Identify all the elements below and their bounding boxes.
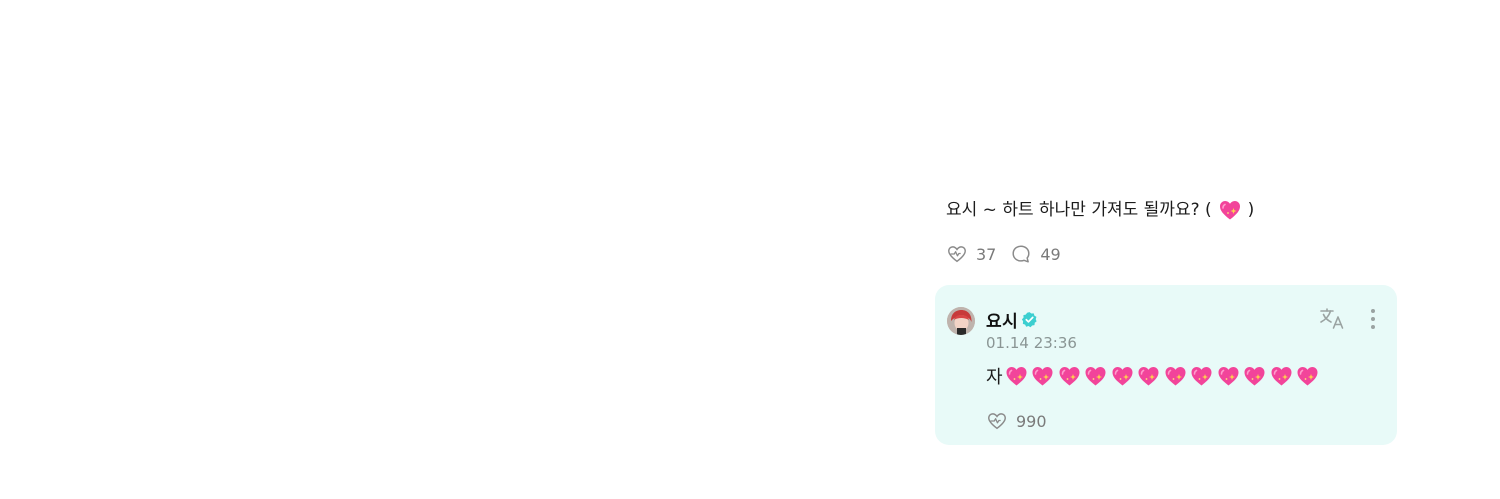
more-vertical-icon-dot <box>1371 309 1375 313</box>
author-row: 요시 <box>986 307 1038 332</box>
sparkling-heart-icon <box>1244 367 1265 386</box>
heart-like-icon <box>948 246 966 263</box>
post-comment-count: 49 <box>1040 244 1061 264</box>
post-like-button[interactable]: 37 <box>946 243 996 265</box>
sparkling-heart-icon <box>1085 367 1106 386</box>
sparkling-heart-icon <box>1271 367 1292 386</box>
sparkling-heart-icon <box>1112 367 1133 386</box>
heart-like-icon <box>988 413 1006 430</box>
more-vertical-icon-dot <box>1371 317 1375 321</box>
post: 요시 ~ 하트 하나만 가져도 될까요? ( ) <box>946 195 1466 225</box>
comment-like-button[interactable]: 990 <box>986 410 1047 432</box>
sparkling-heart-icon <box>1191 367 1212 386</box>
heart-emoji-row <box>1004 364 1322 388</box>
sparkling-heart-icon <box>1032 367 1053 386</box>
comment-timestamp: 01.14 23:36 <box>986 334 1077 352</box>
sparkling-heart-icon <box>1297 367 1318 386</box>
sparkling-heart-icon <box>1165 367 1186 386</box>
comment-body: 자 <box>986 363 1322 389</box>
post-text-before: 요시 ~ 하트 하나만 가져도 될까요? ( <box>946 200 1212 220</box>
post-stats: 37 49 <box>946 243 1075 265</box>
comment-text-prefix: 자 <box>986 367 1003 388</box>
avatar[interactable] <box>947 307 975 335</box>
post-comment-button[interactable]: 49 <box>1010 243 1061 265</box>
sparkling-heart-icon <box>1059 367 1080 386</box>
author-name[interactable]: 요시 <box>986 307 1018 332</box>
post-text-after: ) <box>1247 200 1255 220</box>
sparkling-heart-icon <box>1218 367 1239 386</box>
post-text: 요시 ~ 하트 하나만 가져도 될까요? ( ) <box>946 195 1466 225</box>
artist-comment-card[interactable]: 요시 01.14 23:36 자 990 <box>935 285 1397 445</box>
sparkling-heart-icon <box>1006 367 1027 386</box>
comment-like-count: 990 <box>1016 411 1047 431</box>
translate-icon <box>1320 308 1344 329</box>
sparkling-heart-icon <box>1138 367 1159 386</box>
verified-badge-icon <box>1021 311 1038 328</box>
translate-button[interactable] <box>1319 307 1347 331</box>
more-options-button[interactable] <box>1365 306 1381 332</box>
speech-bubble-icon <box>1012 245 1030 263</box>
avatar-image <box>947 307 975 335</box>
post-like-count: 37 <box>976 244 997 264</box>
more-vertical-icon-dot <box>1371 325 1375 329</box>
sparkling-heart-icon <box>1219 201 1240 220</box>
